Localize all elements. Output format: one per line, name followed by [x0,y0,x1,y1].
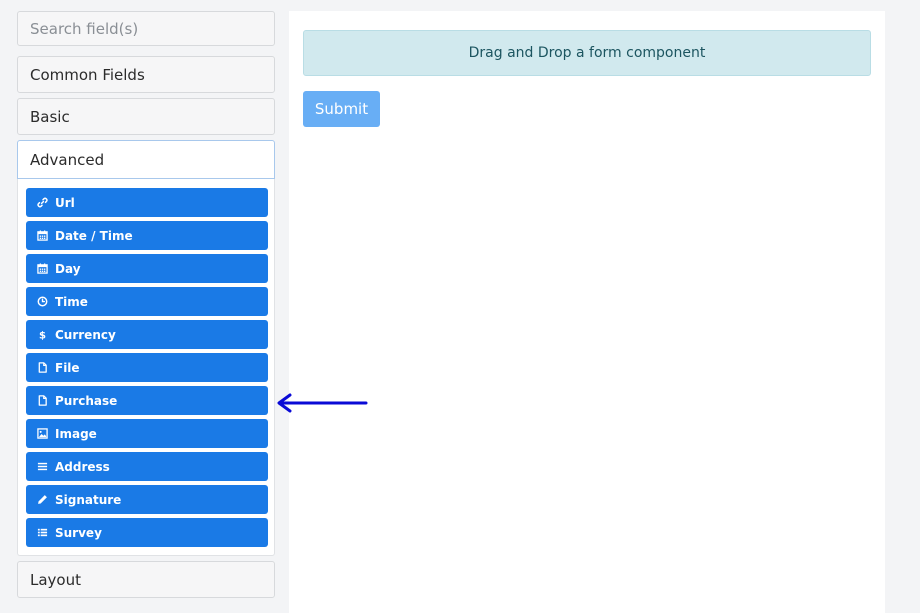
link-icon [36,196,49,209]
component-date-time-label: Date / Time [55,228,133,243]
component-currency-label: Currency [55,327,116,342]
component-day-label: Day [55,261,81,276]
component-purchase-label: Purchase [55,393,118,408]
component-file-label: File [55,360,80,375]
form-builder-canvas: Drag and Drop a form component Submit [289,11,885,613]
group-layout-label: Layout [30,570,81,589]
svg-text:$: $ [39,331,46,340]
component-date-time-button[interactable]: Date / Time [26,221,268,250]
component-survey-label: Survey [55,525,102,540]
list-icon [36,526,49,539]
group-advanced-label: Advanced [30,150,105,169]
dollar-icon: $ [36,328,49,341]
component-day-button[interactable]: Day [26,254,268,283]
calendar-icon [36,262,49,275]
file-icon [36,394,49,407]
clock-icon [36,295,49,308]
drop-zone[interactable]: Drag and Drop a form component [303,30,871,76]
group-advanced[interactable]: Advanced [17,140,275,179]
component-image-button[interactable]: Image [26,419,268,448]
group-common-fields[interactable]: Common Fields [17,56,275,93]
submit-button[interactable]: Submit [303,91,380,127]
group-layout[interactable]: Layout [17,561,275,598]
component-purchase-button[interactable]: Purchase [26,386,268,415]
component-url-button[interactable]: Url [26,188,268,217]
search-input[interactable] [17,11,275,46]
component-address-button[interactable]: Address [26,452,268,481]
form-builder-sidebar: Common Fields Basic Advanced Url D [17,11,275,598]
group-common-fields-label: Common Fields [30,65,145,84]
component-time-button[interactable]: Time [26,287,268,316]
file-icon [36,361,49,374]
component-url-label: Url [55,195,75,210]
component-survey-button[interactable]: Survey [26,518,268,547]
calendar-icon [36,229,49,242]
component-currency-button[interactable]: $ Currency [26,320,268,349]
pencil-icon [36,493,49,506]
bars-icon [36,460,49,473]
drop-zone-text: Drag and Drop a form component [468,45,706,61]
advanced-components-panel: Url Date / Time Day Time $ Currency File… [17,179,275,556]
component-file-button[interactable]: File [26,353,268,382]
component-signature-label: Signature [55,492,122,507]
component-time-label: Time [55,294,88,309]
component-image-label: Image [55,426,97,441]
component-address-label: Address [55,459,110,474]
annotation-arrow [277,393,368,413]
group-basic[interactable]: Basic [17,98,275,135]
group-basic-label: Basic [30,107,70,126]
component-signature-button[interactable]: Signature [26,485,268,514]
image-icon [36,427,49,440]
